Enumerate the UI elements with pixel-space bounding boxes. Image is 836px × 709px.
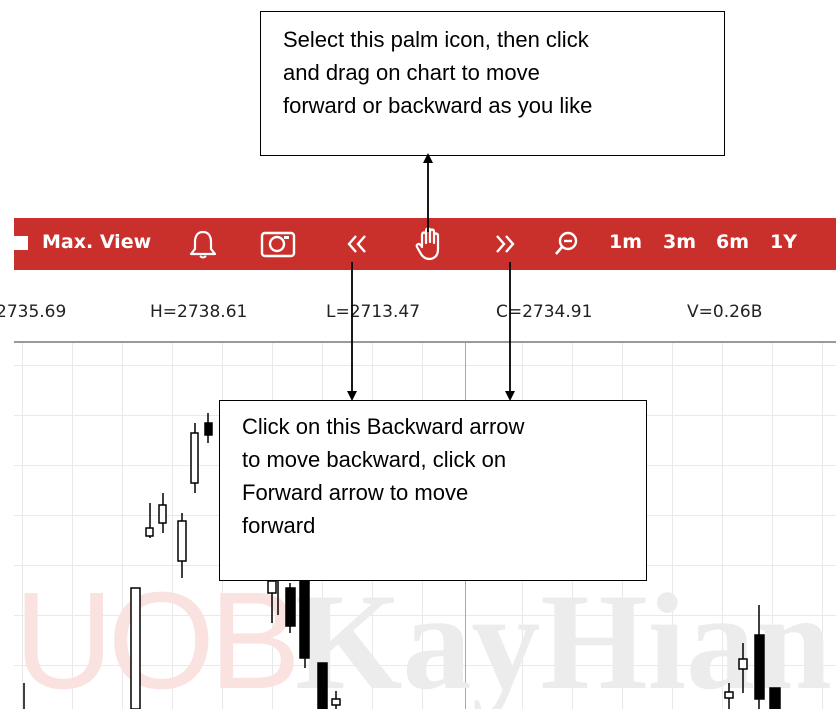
annotation-arrows (347, 153, 515, 401)
